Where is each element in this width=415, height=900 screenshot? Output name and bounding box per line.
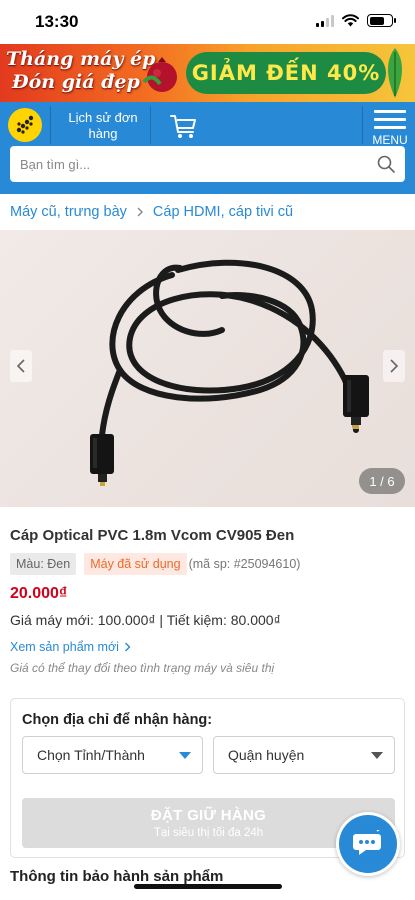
promo-line-1: Tháng máy ép [6, 48, 156, 70]
cellular-signal-icon [316, 14, 334, 27]
promo-discount-pill: GIẢM ĐẾN 40% [186, 52, 386, 94]
menu-label: MENU [372, 133, 408, 147]
district-value: Quận huyện [228, 747, 305, 763]
promo-headline: Tháng máy ép Đón giá đẹp [6, 48, 155, 94]
province-select[interactable]: Chọn Tỉnh/Thành [22, 736, 203, 774]
condition-tag: Máy đã sử dụng [84, 553, 187, 575]
hold-order-sublabel: Tại siêu thị tối đa 24h [153, 827, 264, 839]
status-icons [316, 14, 396, 27]
home-indicator [134, 884, 282, 889]
chevron-left-icon [16, 359, 25, 373]
pomegranate-icon [142, 57, 177, 92]
menu-button[interactable]: MENU [369, 106, 411, 147]
product-tags: Màu: Đen Máy đã sử dụng (mã sp: #2509461… [10, 553, 300, 575]
price-compare: Giá máy mới: 100.000₫ | Tiết kiệm: 80.00… [10, 612, 281, 628]
search-box [10, 146, 405, 182]
hold-order-label: ĐẶT GIỮ HÀNG [150, 807, 267, 824]
chevron-right-icon [124, 642, 131, 652]
chevron-right-icon [137, 207, 143, 217]
province-value: Chọn Tỉnh/Thành [37, 747, 145, 763]
gallery-counter: 1 / 6 [359, 468, 405, 494]
color-tag: Màu: Đen [10, 553, 77, 575]
see-new-label: Xem sản phẩm mới [10, 640, 119, 654]
chat-button[interactable] [336, 812, 400, 876]
search-icon[interactable] [377, 155, 395, 173]
site-header: Lịch sử đơn hàng MENU [0, 102, 415, 194]
breadcrumb: Máy cũ, trưng bày Cáp HDMI, cáp tivi cũ [0, 194, 415, 230]
promo-line-2: Đón giá đẹp [12, 71, 140, 93]
product-gallery[interactable]: 1 / 6 [0, 230, 415, 507]
district-select[interactable]: Quận huyện [213, 736, 395, 774]
gallery-prev-button[interactable] [10, 350, 32, 382]
delivery-title: Chọn địa chỉ để nhận hàng: [22, 712, 213, 728]
price-note: Giá có thể thay đổi theo tình trạng máy … [10, 661, 275, 675]
header-divider [50, 106, 51, 144]
chat-icon [353, 830, 381, 855]
product-title: Cáp Optical PVC 1.8m Vcom CV905 Đen [10, 527, 295, 544]
hamburger-icon [374, 110, 406, 134]
logo-icon [16, 115, 34, 134]
product-price: 20.000₫ [10, 585, 68, 602]
battery-level [369, 16, 385, 25]
leaf-icon [388, 48, 402, 98]
gallery-next-button[interactable] [383, 350, 405, 382]
chat-button-inner [339, 815, 397, 873]
caret-down-icon [371, 752, 383, 759]
status-time: 13:30 [35, 12, 79, 31]
breadcrumb-link[interactable]: Cáp HDMI, cáp tivi cũ [153, 204, 293, 220]
order-history-button[interactable]: Lịch sử đơn hàng [57, 110, 149, 142]
battery-icon [367, 14, 396, 27]
see-new-product-link[interactable]: Xem sản phẩm mới [10, 640, 131, 654]
product-image [90, 259, 369, 486]
wifi-icon [342, 14, 359, 27]
product-code: (mã sp: #25094610) [188, 557, 301, 571]
cart-icon[interactable] [168, 108, 198, 142]
promo-banner[interactable]: Tháng máy ép Đón giá đẹp GIẢM ĐẾN 40% [0, 44, 415, 102]
breadcrumb-link[interactable]: Máy cũ, trưng bày [10, 204, 127, 220]
header-divider [362, 106, 363, 144]
store-logo[interactable] [8, 108, 42, 142]
warranty-heading: Thông tin bảo hành sản phẩm [10, 868, 224, 885]
header-divider [150, 106, 151, 144]
status-bar: 13:30 [0, 0, 415, 44]
chevron-right-icon [390, 359, 399, 373]
caret-down-icon [179, 752, 191, 759]
search-input[interactable] [10, 146, 350, 182]
